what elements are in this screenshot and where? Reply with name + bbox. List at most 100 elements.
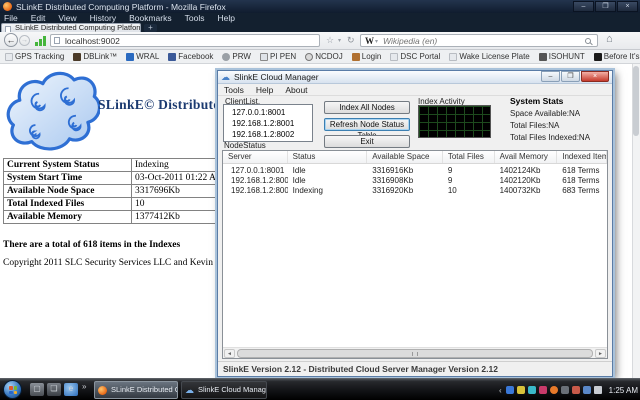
tray-icon-media[interactable] bbox=[505, 386, 514, 394]
search-icon[interactable] bbox=[585, 38, 591, 44]
search-engine-icon[interactable]: W bbox=[365, 36, 374, 46]
bookmark-favicon bbox=[73, 52, 82, 61]
client-item[interactable]: 192.168.1.2:8001 bbox=[224, 118, 312, 129]
browser-titlebar: SLinkE Distributed Computing Platform - … bbox=[0, 0, 640, 13]
dialog-statusbar: SlinkE Version 2.12 - Distributed Cloud … bbox=[218, 361, 612, 376]
page-scrollbar[interactable] bbox=[632, 64, 640, 378]
menu-view[interactable]: View bbox=[58, 13, 76, 23]
column-indexed-items[interactable]: Indexed Items bbox=[557, 151, 607, 163]
horizontal-scrollbar[interactable]: ◄ ► bbox=[223, 347, 607, 358]
client-item[interactable]: 127.0.0.1:8001 bbox=[224, 107, 312, 118]
menu-history[interactable]: History bbox=[90, 13, 116, 23]
tray-icon-utility[interactable] bbox=[560, 386, 569, 394]
minimize-button[interactable]: – bbox=[541, 71, 560, 82]
scroll-right-icon[interactable]: ► bbox=[595, 349, 606, 358]
tab-slinke[interactable]: SLinkE Distributed Computing Platform bbox=[1, 23, 141, 32]
table-row[interactable]: 127.0.0.1:8001 Idle 3316916Kb 9 1402124K… bbox=[223, 166, 607, 176]
table-row[interactable]: 192.168.1.2:8001 Idle 3316908Kb 9 140212… bbox=[223, 176, 607, 186]
table-row: Available Memory 1377412Kb bbox=[3, 210, 229, 224]
dialog-menubar: Tools Help About bbox=[218, 84, 612, 96]
maximize-button[interactable]: ❐ bbox=[595, 1, 616, 12]
taskbar: ▢ ❏ e » SLinkE Distributed C... ☁ SlinkE… bbox=[0, 378, 640, 400]
close-button[interactable]: × bbox=[581, 71, 609, 82]
bookmark-favicon bbox=[126, 52, 135, 61]
search-input[interactable] bbox=[383, 35, 578, 46]
client-item[interactable]: 192.168.1.2:8002 bbox=[224, 129, 312, 140]
system-status-table: Current System Status Indexing System St… bbox=[3, 158, 229, 224]
column-status[interactable]: Status bbox=[288, 151, 368, 163]
scrollbar-thumb[interactable] bbox=[633, 66, 639, 136]
tray-icon-messenger[interactable] bbox=[527, 386, 536, 394]
quick-launch-browser-icon[interactable]: e bbox=[64, 383, 78, 396]
url-bar[interactable] bbox=[50, 34, 320, 47]
cloud-manager-window: ☁ SlinkE Cloud Manager – ❐ × Tools Help … bbox=[215, 68, 615, 379]
column-available-space[interactable]: Available Space bbox=[367, 151, 443, 163]
table-row[interactable]: 192.168.1.2:8002 Indexing 3316920Kb 10 1… bbox=[223, 186, 607, 196]
bookmark-favicon bbox=[222, 52, 231, 61]
bookmark-gps-tracking[interactable]: GPS Tracking bbox=[5, 52, 64, 61]
bookmark-ncdoj[interactable]: NCDOJ bbox=[305, 52, 343, 61]
cloud-icon: ☁ bbox=[221, 72, 230, 82]
tray-icon-update[interactable] bbox=[571, 386, 580, 394]
bookmark-wral[interactable]: WRAL bbox=[126, 52, 159, 61]
quick-launch-show-desktop-icon[interactable]: ▢ bbox=[30, 383, 44, 396]
bookmark-before-its-news[interactable]: Before It's News bbox=[593, 52, 640, 61]
tray-icon-alert[interactable] bbox=[538, 386, 547, 394]
menu-help[interactable]: Help bbox=[217, 13, 234, 23]
table-row: Available Node Space 3317696Kb bbox=[3, 184, 229, 198]
new-tab-button[interactable]: + bbox=[144, 24, 157, 32]
clock[interactable]: 1:25 AM bbox=[609, 386, 638, 395]
menu-about[interactable]: About bbox=[285, 84, 307, 95]
tray-icon-firefox[interactable] bbox=[549, 386, 558, 394]
column-total-files[interactable]: Total Files bbox=[443, 151, 495, 163]
taskbar-button-firefox[interactable]: SLinkE Distributed C... bbox=[94, 381, 178, 399]
home-icon[interactable]: ⌂ bbox=[606, 33, 613, 45]
menu-help[interactable]: Help bbox=[256, 84, 273, 95]
scroll-left-icon[interactable]: ◄ bbox=[224, 349, 235, 358]
bookmark-star-icon[interactable]: ☆ bbox=[326, 35, 334, 46]
bookmark-dropdown-icon[interactable]: ▾ bbox=[338, 37, 341, 44]
taskbar-button-cloud-manager[interactable]: ☁ SlinkE Cloud Manager bbox=[181, 381, 267, 399]
bookmark-login[interactable]: Login bbox=[351, 52, 381, 61]
url-input[interactable] bbox=[65, 35, 315, 46]
search-engine-dropdown-icon[interactable]: ▾ bbox=[375, 38, 378, 45]
column-avail-memory[interactable]: Avail Memory bbox=[495, 151, 558, 163]
exit-button[interactable]: Exit bbox=[324, 135, 410, 148]
forward-button[interactable]: → bbox=[19, 35, 30, 46]
tray-icon-security[interactable] bbox=[516, 386, 525, 394]
bookmark-favicon bbox=[259, 52, 268, 61]
index-all-nodes-button[interactable]: Index All Nodes bbox=[324, 101, 410, 114]
bookmark-pi-pen[interactable]: PI PEN bbox=[259, 52, 296, 61]
menu-tools[interactable]: Tools bbox=[224, 84, 244, 95]
bookmark-dsc-portal[interactable]: DSC Portal bbox=[390, 52, 440, 61]
bookmark-wake-license-plate[interactable]: Wake License Plate bbox=[449, 52, 530, 61]
minimize-button[interactable]: – bbox=[573, 1, 594, 12]
bookmark-prw[interactable]: PRW bbox=[222, 52, 251, 61]
reload-icon[interactable]: ↻ bbox=[347, 35, 355, 46]
menu-bookmarks[interactable]: Bookmarks bbox=[129, 13, 172, 23]
column-server[interactable]: Server bbox=[223, 151, 288, 163]
scrollbar-thumb[interactable] bbox=[237, 349, 593, 358]
back-button[interactable]: ← bbox=[4, 33, 18, 47]
close-button[interactable]: × bbox=[617, 1, 638, 12]
system-stats-title: System Stats bbox=[510, 96, 564, 106]
maximize-button[interactable]: ❐ bbox=[561, 71, 580, 82]
addon-stats-icon[interactable] bbox=[35, 36, 47, 46]
firefox-icon bbox=[3, 2, 12, 11]
bookmark-isohunt[interactable]: ISOHUNT bbox=[538, 52, 585, 61]
bookmark-facebook[interactable]: Facebook bbox=[168, 52, 213, 61]
menu-tools[interactable]: Tools bbox=[185, 13, 205, 23]
tray-icon-volume[interactable] bbox=[593, 386, 602, 394]
dialog-window-controls: – ❐ × bbox=[541, 71, 609, 82]
quick-launch-switch-windows-icon[interactable]: ❏ bbox=[47, 383, 61, 396]
client-listbox[interactable]: 127.0.0.1:8001 192.168.1.2:8001 192.168.… bbox=[223, 104, 313, 142]
start-button[interactable] bbox=[3, 380, 22, 399]
menu-file[interactable]: File bbox=[4, 13, 18, 23]
search-box[interactable]: W ▾ bbox=[360, 34, 598, 47]
menu-edit[interactable]: Edit bbox=[31, 13, 46, 23]
bookmark-dblink[interactable]: DBLink™ bbox=[73, 52, 117, 61]
quick-launch-overflow-icon[interactable]: » bbox=[82, 382, 86, 391]
tray-collapse-icon[interactable]: ‹ bbox=[499, 386, 502, 395]
tray-icon-network[interactable] bbox=[582, 386, 591, 394]
refresh-node-status-button[interactable]: Refresh Node Status Table bbox=[324, 118, 410, 140]
